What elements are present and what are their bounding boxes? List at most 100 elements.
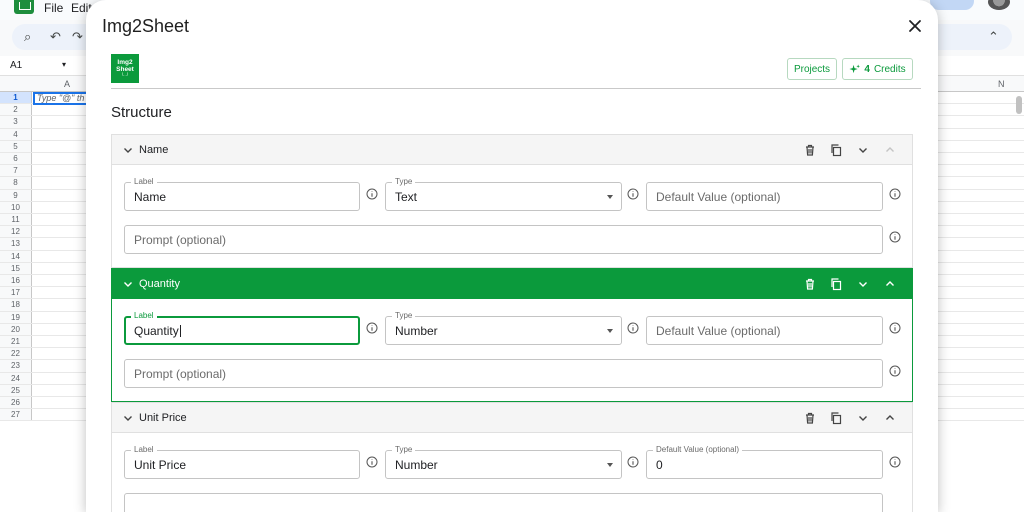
share-button[interactable] <box>930 0 974 10</box>
info-icon[interactable] <box>889 188 901 200</box>
info-icon[interactable] <box>627 188 639 200</box>
row-number[interactable]: 27 <box>0 409 32 421</box>
menu-file[interactable]: File <box>44 1 63 15</box>
type-select[interactable]: Type Number <box>385 311 622 345</box>
search-icon[interactable]: ⌕ <box>24 29 31 45</box>
dropdown-caret-icon <box>607 463 613 467</box>
credits-count: 4 <box>864 63 870 75</box>
chevron-down-icon[interactable] <box>122 144 134 156</box>
cell-reference[interactable]: A1 <box>10 60 22 71</box>
copy-icon[interactable] <box>829 411 843 425</box>
default-value: 0 <box>656 458 663 472</box>
row-number[interactable]: 3 <box>0 116 32 128</box>
prompt-placeholder: Prompt (optional) <box>134 367 227 381</box>
info-icon[interactable] <box>889 456 901 468</box>
text-cursor <box>179 325 181 337</box>
row-number[interactable]: 18 <box>0 299 32 311</box>
scrollbar[interactable] <box>1016 96 1022 114</box>
default-value-placeholder: Default Value (optional) <box>656 190 781 204</box>
row-number[interactable]: 17 <box>0 287 32 299</box>
type-select[interactable]: Type Text <box>385 177 622 211</box>
field-header[interactable]: Name <box>112 135 912 165</box>
trash-icon[interactable] <box>803 143 817 157</box>
row-number[interactable]: 11 <box>0 214 32 226</box>
default-value-caption: Default Value (optional) <box>653 445 743 455</box>
row-number[interactable]: 19 <box>0 311 32 323</box>
chevron-down-icon[interactable] <box>122 278 134 290</box>
type-select[interactable]: Type Number <box>385 445 622 479</box>
row-number[interactable]: 25 <box>0 384 32 396</box>
move-down-icon[interactable] <box>856 277 870 291</box>
close-icon[interactable] <box>906 17 924 35</box>
trash-icon[interactable] <box>803 277 817 291</box>
move-up-icon[interactable] <box>883 277 897 291</box>
info-icon[interactable] <box>627 456 639 468</box>
chevron-down-icon[interactable] <box>122 412 134 424</box>
row-number[interactable]: 26 <box>0 397 32 409</box>
field-card-name: Name Label Name Type Text Default Value … <box>111 134 913 268</box>
move-up-icon[interactable] <box>883 143 897 157</box>
row-number[interactable]: 2 <box>0 104 32 116</box>
redo-icon[interactable]: ↷ <box>72 29 83 45</box>
projects-label: Projects <box>793 63 831 75</box>
field-card-quantity: Quantity Label Quantity Type Number Defa… <box>111 268 913 402</box>
collapse-toolbar-icon[interactable]: ⌃ <box>988 29 999 45</box>
field-name: Quantity <box>139 278 180 290</box>
row-number[interactable]: 20 <box>0 323 32 335</box>
trash-icon[interactable] <box>803 411 817 425</box>
sheets-logo-icon[interactable] <box>14 0 34 14</box>
dialog-title: Img2Sheet <box>102 16 190 36</box>
move-down-icon[interactable] <box>856 411 870 425</box>
row-number[interactable]: 9 <box>0 189 32 201</box>
label-caption: Label <box>131 311 157 321</box>
row-number[interactable]: 15 <box>0 262 32 274</box>
info-icon[interactable] <box>627 322 639 334</box>
prompt-field[interactable]: Prompt (optional) <box>124 225 883 254</box>
row-number[interactable]: 16 <box>0 275 32 287</box>
info-icon[interactable] <box>366 456 378 468</box>
row-number[interactable]: 1 <box>0 92 32 104</box>
type-caption: Type <box>392 311 416 321</box>
row-number[interactable]: 23 <box>0 360 32 372</box>
info-icon[interactable] <box>889 231 901 243</box>
row-number[interactable]: 14 <box>0 250 32 262</box>
label-field[interactable]: Label Name <box>124 177 360 211</box>
prompt-field[interactable]: Prompt (optional) <box>124 359 883 388</box>
info-icon[interactable] <box>889 322 901 334</box>
credits-button[interactable]: 4 Credits <box>842 58 913 80</box>
prompt-field[interactable] <box>124 493 883 512</box>
info-icon[interactable] <box>366 322 378 334</box>
label-field[interactable]: Label Unit Price <box>124 445 360 479</box>
field-header[interactable]: Quantity <box>112 269 912 299</box>
row-number[interactable]: 7 <box>0 165 32 177</box>
move-up-icon[interactable] <box>883 411 897 425</box>
row-number[interactable]: 6 <box>0 153 32 165</box>
row-number[interactable]: 22 <box>0 348 32 360</box>
column-n-header[interactable]: N <box>998 79 1005 89</box>
undo-icon[interactable]: ↶ <box>50 29 61 45</box>
field-header[interactable]: Unit Price <box>112 403 912 433</box>
name-box-dropdown-icon[interactable]: ▾ <box>62 60 66 69</box>
copy-icon[interactable] <box>829 143 843 157</box>
info-icon[interactable] <box>366 188 378 200</box>
credits-label: Credits <box>873 63 906 75</box>
type-value: Number <box>395 458 438 472</box>
move-down-icon[interactable] <box>856 143 870 157</box>
default-value-field[interactable]: Default Value (optional) 0 <box>646 445 883 479</box>
row-number[interactable]: 4 <box>0 128 32 140</box>
row-number[interactable]: 10 <box>0 201 32 213</box>
default-value-field[interactable]: Default Value (optional) <box>646 182 883 211</box>
projects-button[interactable]: Projects <box>787 58 837 80</box>
row-number[interactable]: 12 <box>0 226 32 238</box>
default-value-field[interactable]: Default Value (optional) <box>646 316 883 345</box>
column-a-header[interactable]: A <box>64 79 70 89</box>
row-number[interactable]: 13 <box>0 238 32 250</box>
row-number[interactable]: 21 <box>0 336 32 348</box>
row-number[interactable]: 8 <box>0 177 32 189</box>
row-number[interactable]: 24 <box>0 372 32 384</box>
copy-icon[interactable] <box>829 277 843 291</box>
info-icon[interactable] <box>889 365 901 377</box>
row-number[interactable]: 5 <box>0 140 32 152</box>
type-value: Number <box>395 324 438 338</box>
label-field[interactable]: Label Quantity <box>124 311 360 345</box>
